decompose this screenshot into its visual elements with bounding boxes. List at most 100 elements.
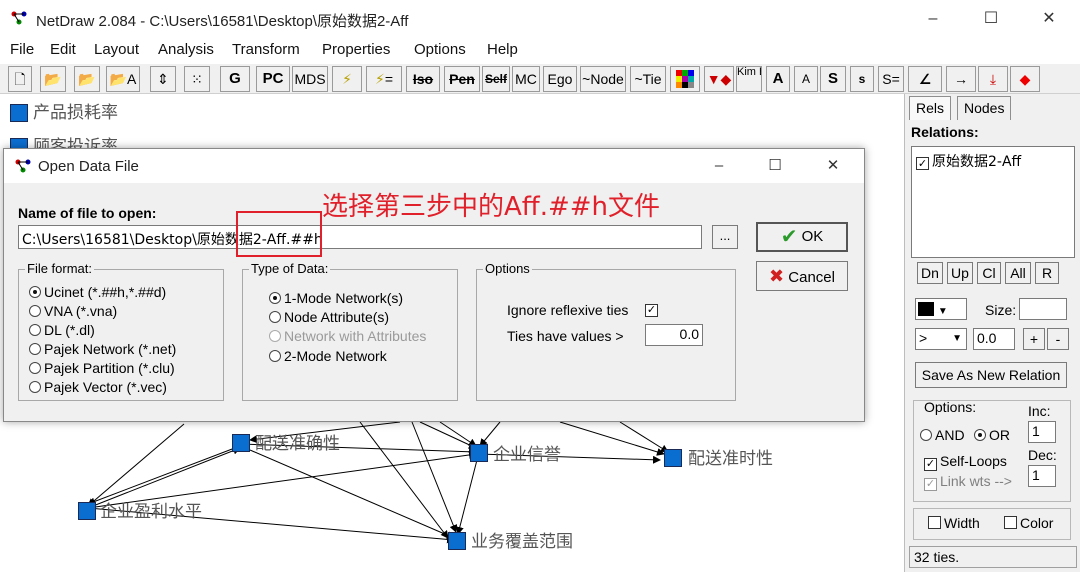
threshold-input[interactable]: 0.0 (973, 328, 1015, 350)
lightning-icon[interactable]: ⚡ (332, 66, 362, 92)
arrowhead-icon[interactable]: ⤓ (978, 66, 1008, 92)
type-option: Network with Attributes (284, 328, 427, 344)
menu-analysis[interactable]: Analysis (158, 41, 214, 58)
ok-button[interactable]: ✔ OK (756, 222, 848, 252)
dec-input[interactable]: 1 (1028, 465, 1056, 487)
format-pajek-clu-radio[interactable]: Pajek Partition (*.clu) (29, 360, 175, 376)
type-1mode-radio[interactable]: 1-Mode Network(s) (269, 290, 403, 306)
tie-color-select[interactable]: ▼ (915, 298, 967, 320)
ties-value-input[interactable]: 0.0 (645, 324, 703, 346)
node-delivery-punctuality[interactable] (664, 449, 682, 467)
isolates-button[interactable]: Iso (406, 66, 440, 92)
shape-icon[interactable]: ▼◆ (704, 66, 734, 92)
menu-layout[interactable]: Layout (94, 41, 139, 58)
random-layout-icon[interactable]: ⁙ (184, 66, 210, 92)
node-size-large-button[interactable]: S (820, 66, 846, 92)
threshold-plus-button[interactable]: + (1023, 328, 1045, 350)
menu-file[interactable]: File (10, 41, 34, 58)
format-dl-radio[interactable]: DL (*.dl) (29, 322, 95, 338)
relation-all-button[interactable]: All (1005, 262, 1031, 284)
filename-input[interactable]: C:\Users\16581\Desktop\原始数据2-Aff.##h (18, 225, 702, 249)
relation-item[interactable]: ✓ 原始数据2-Aff (916, 151, 1021, 171)
chevron-down-icon: ▼ (952, 333, 962, 344)
save-as-new-relation-button[interactable]: Save As New Relation (915, 362, 1067, 388)
self-loops-checkbox[interactable]: ✓ Self-Loops (924, 453, 1007, 471)
type-network-attributes-radio[interactable]: Network with Attributes (269, 328, 455, 344)
relation-down-button[interactable]: Dn (917, 262, 943, 284)
kim-bill-button[interactable]: Kim Bill (736, 66, 762, 92)
mds-button[interactable]: MDS (292, 66, 328, 92)
maximize-button[interactable]: ☐ (976, 5, 1006, 33)
ignore-reflexive-checkbox[interactable]: ✓ (645, 304, 658, 317)
inc-input[interactable]: 1 (1028, 421, 1056, 443)
color-checkbox[interactable]: Color (1004, 515, 1053, 531)
menu-help[interactable]: Help (487, 41, 518, 58)
threshold-minus-button[interactable]: - (1047, 328, 1069, 350)
node-toggle-button[interactable]: ~Node (580, 66, 626, 92)
browse-button[interactable]: ... (712, 225, 738, 249)
open-attribute-icon[interactable]: 📂A (106, 66, 140, 92)
size-equal-button[interactable]: S= (878, 66, 904, 92)
principal-components-button[interactable]: PC (256, 66, 290, 92)
or-radio[interactable]: OR (974, 427, 1010, 443)
minimize-button[interactable]: – (918, 5, 948, 33)
relation-checkbox[interactable]: ✓ (916, 157, 929, 170)
type-2mode-radio[interactable]: 2-Mode Network (269, 348, 387, 364)
tab-nodes[interactable]: Nodes (957, 96, 1012, 120)
format-ucinet-radio[interactable]: Ucinet (*.##h,*.##d) (29, 284, 166, 300)
node-enterprise-profitability[interactable] (78, 502, 96, 520)
node-delivery-accuracy[interactable] (232, 434, 250, 452)
operator-select[interactable]: > ▼ (915, 328, 967, 350)
menu-properties[interactable]: Properties (322, 41, 390, 58)
close-button[interactable]: ✕ (1034, 5, 1064, 33)
and-radio[interactable]: AND (920, 427, 965, 443)
arrow-button[interactable]: → (946, 66, 976, 92)
menu-options[interactable]: Options (414, 41, 466, 58)
node-product-loss-rate[interactable] (10, 104, 28, 122)
tab-rels[interactable]: Rels (909, 96, 952, 120)
node-label: 产品损耗率 (33, 103, 118, 123)
dialog-minimize-button[interactable]: – (704, 153, 734, 179)
node-size-small-button[interactable]: s (850, 66, 874, 92)
format-pajek-net-radio[interactable]: Pajek Network (*.net) (29, 341, 176, 357)
node-color-button[interactable]: ◆ (1010, 66, 1040, 92)
size-input[interactable] (1019, 298, 1067, 320)
label-size-large-button[interactable]: A (766, 66, 790, 92)
label-size-small-button[interactable]: A (794, 66, 818, 92)
link-wts-checkbox[interactable]: ✓ Link wts --> (924, 473, 1012, 491)
mc-button[interactable]: MC (512, 66, 540, 92)
node-enterprise-reputation[interactable] (470, 444, 488, 462)
resize-icon[interactable]: ⇕ (150, 66, 176, 92)
graph-theoretic-button[interactable]: G (220, 66, 250, 92)
menu-transform[interactable]: Transform (232, 41, 300, 58)
relation-up-button[interactable]: Up (947, 262, 973, 284)
relation-clear-button[interactable]: Cl (977, 262, 1001, 284)
node-label: 配送准时性 (688, 449, 773, 469)
relation-r-button[interactable]: R (1035, 262, 1059, 284)
menu-edit[interactable]: Edit (50, 41, 76, 58)
color-grid-icon[interactable] (670, 66, 700, 92)
lightning-equal-icon[interactable]: ⚡= (366, 66, 402, 92)
tie (87, 445, 241, 506)
tie (559, 421, 665, 456)
open-folder-icon[interactable]: 📂 (40, 66, 66, 92)
format-pajek-vec-radio[interactable]: Pajek Vector (*.vec) (29, 379, 167, 395)
new-file-icon[interactable]: 🗋 (8, 66, 32, 92)
relations-list[interactable]: ✓ 原始数据2-Aff (911, 146, 1075, 258)
curve-icon[interactable]: ∠ (908, 66, 942, 92)
ego-button[interactable]: Ego (543, 66, 577, 92)
dialog-maximize-button[interactable]: ☐ (760, 153, 790, 179)
tie-toggle-button[interactable]: ~Tie (630, 66, 666, 92)
width-checkbox[interactable]: Width (928, 515, 980, 531)
operator-value: > (919, 330, 928, 346)
open-folder-2-icon[interactable]: 📂 (74, 66, 100, 92)
type-attribute-radio[interactable]: Node Attribute(s) (269, 309, 389, 325)
self-button[interactable]: Self (482, 66, 510, 92)
format-vna-radio[interactable]: VNA (*.vna) (29, 303, 117, 319)
node-label: 企业盈利水平 (100, 502, 202, 522)
dialog-close-button[interactable]: ✕ (818, 153, 848, 179)
ties-status: 32 ties. (909, 546, 1077, 568)
node-business-coverage[interactable] (448, 532, 466, 550)
pendants-button[interactable]: Pen (444, 66, 480, 92)
cancel-button[interactable]: ✖ Cancel (756, 261, 848, 291)
